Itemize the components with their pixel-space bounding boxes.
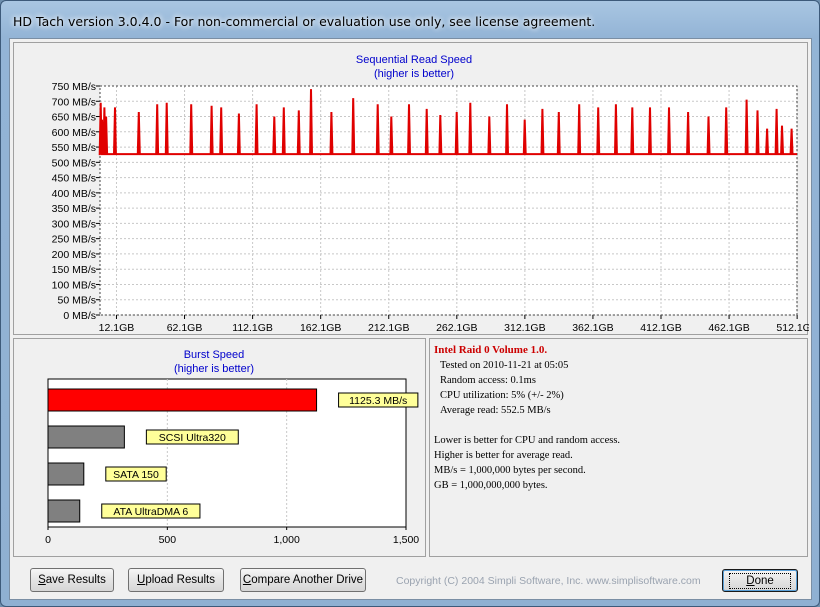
burst-bar <box>47 499 81 523</box>
y-tick-label: 650 MB/s <box>52 112 96 124</box>
y-tick-label: 500 MB/s <box>52 157 96 169</box>
window-title: HD Tach version 3.0.4.0 - For non-commer… <box>13 14 596 29</box>
x-tick-label: 362.1GB <box>572 322 613 334</box>
y-tick-label: 550 MB/s <box>52 142 96 154</box>
y-tick-label: 0 MB/s <box>63 310 96 322</box>
y-tick-label: 250 MB/s <box>52 234 96 246</box>
client-area: Sequential Read Speed (higher is better)… <box>9 38 812 600</box>
note-lower-better: Lower is better for CPU and random acces… <box>434 435 621 446</box>
tested-date: Tested on 2010-11-21 at 05:05 <box>440 360 569 371</box>
note-mbs-definition: MB/s = 1,000,000 bytes per second. <box>434 465 586 476</box>
plot-area <box>100 86 797 315</box>
y-tick-label: 400 MB/s <box>52 188 96 200</box>
burst-x-tick-label: 500 <box>159 534 177 546</box>
save-results-button[interactable]: Save Results <box>30 568 114 592</box>
x-tick-label: 412.1GB <box>640 322 681 334</box>
burst-bar <box>47 462 85 486</box>
random-access-value: Random access: 0.1ms <box>440 375 536 386</box>
x-tick-label: 112.1GB <box>232 322 273 334</box>
x-tick-label: 12.1GB <box>99 322 135 334</box>
burst-speed-chart: 0 500 1,000 1,500 1125.3 MB/s SCSI Ultra320 SA… <box>45 378 419 546</box>
copyright-text: Copyright (C) 2004 Simpli Software, Inc.… <box>396 575 701 587</box>
x-tick-label: 162.1GB <box>300 322 341 334</box>
burst-bar-label: SATA 150 <box>113 469 159 481</box>
app-window: HD Tach version 3.0.4.0 - For non-commer… <box>0 0 820 607</box>
x-tick-label: 462.1GB <box>708 322 749 334</box>
note-gb-definition: GB = 1,000,000,000 bytes. <box>434 480 548 491</box>
done-button[interactable]: Done <box>722 569 798 592</box>
y-tick-label: 150 MB/s <box>52 264 96 276</box>
y-tick-label: 450 MB/s <box>52 173 96 185</box>
burst-speed-panel: Burst Speed (higher is better) 0 500 1,000… <box>13 338 426 557</box>
burst-x-tick-label: 0 <box>45 534 51 546</box>
burst-bar-label: SCSI Ultra320 <box>159 432 226 444</box>
x-tick-label: 212.1GB <box>368 322 409 334</box>
drive-name: Intel Raid 0 Volume 1.0. <box>434 344 548 356</box>
y-tick-label: 700 MB/s <box>52 96 96 108</box>
burst-bar <box>47 425 125 449</box>
burst-x-tick-label: 1,500 <box>393 534 419 546</box>
x-tick-label: 62.1GB <box>167 322 203 334</box>
x-tick-label: 262.1GB <box>436 322 477 334</box>
y-tick-label: 200 MB/s <box>52 249 96 261</box>
burst-bar-label: ATA UltraDMA 6 <box>113 506 188 518</box>
y-tick-label: 750 MB/s <box>52 81 96 93</box>
compare-another-drive-button[interactable]: Compare Another Drive <box>240 568 366 592</box>
results-info-panel: Intel Raid 0 Volume 1.0. Tested on 2010-… <box>429 338 808 557</box>
burst-x-tick-label: 1,000 <box>274 534 300 546</box>
y-tick-label: 600 MB/s <box>52 127 96 139</box>
cpu-utilization-value: CPU utilization: 5% (+/- 2%) <box>440 390 564 401</box>
x-tick-label: 512.1GB <box>776 322 809 334</box>
x-tick-label: 312.1GB <box>504 322 545 334</box>
upload-results-button[interactable]: Upload Results <box>128 568 224 592</box>
sequential-read-chart: 0 MB/s 50 MB/s 100 MB/s 150 MB/s 200 MB/s 250… <box>52 81 809 334</box>
y-tick-label: 100 MB/s <box>52 279 96 291</box>
burst-bar <box>47 388 318 412</box>
y-tick-label: 350 MB/s <box>52 203 96 215</box>
y-tick-label: 50 MB/s <box>57 295 96 307</box>
y-tick-label: 300 MB/s <box>52 218 96 230</box>
sequential-read-panel: Sequential Read Speed (higher is better)… <box>13 42 809 335</box>
burst-bar-label: 1125.3 MB/s <box>349 395 407 407</box>
average-read-value: Average read: 552.5 MB/s <box>440 405 551 416</box>
note-higher-better: Higher is better for average read. <box>434 450 573 461</box>
